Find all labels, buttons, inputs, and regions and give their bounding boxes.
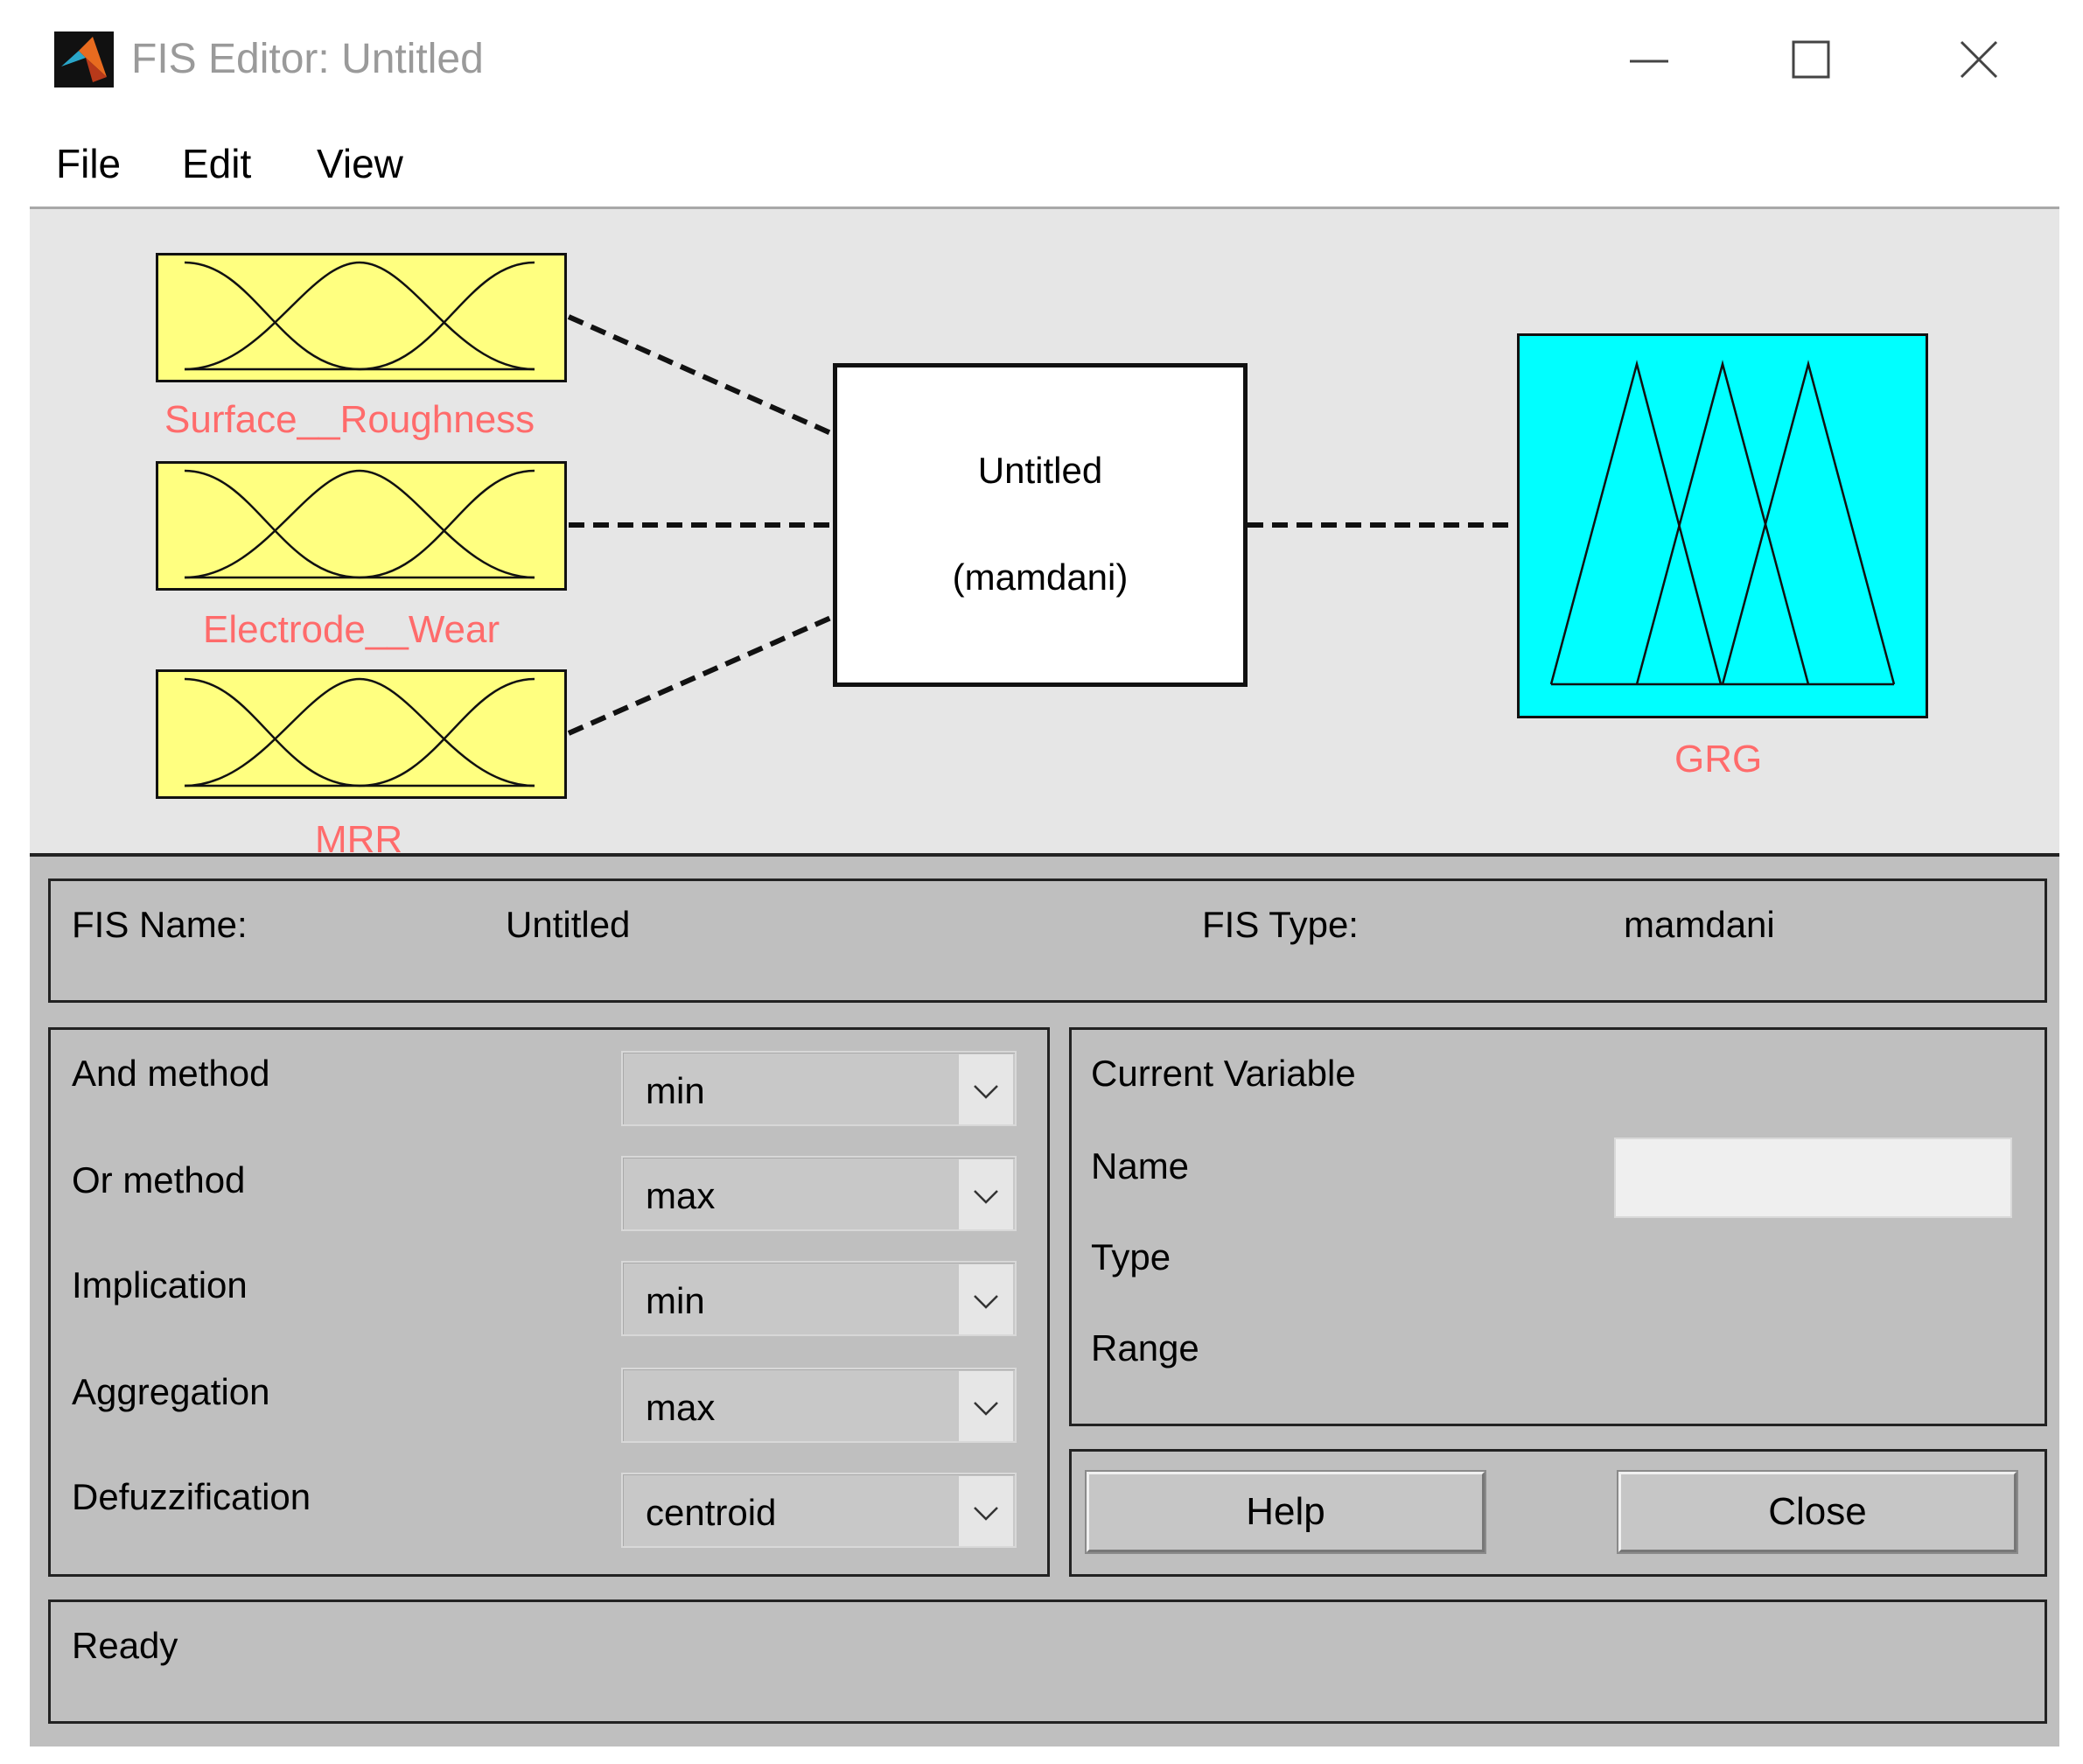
system-type: (mamdani) (952, 556, 1129, 598)
chevron-down-icon[interactable] (959, 1264, 1013, 1334)
fis-name-label: FIS Name: (72, 904, 248, 945)
chevron-down-icon[interactable] (959, 1476, 1013, 1546)
input-label-mrr: MRR (315, 818, 403, 857)
membership-curves-icon (184, 677, 535, 788)
implication-select[interactable]: min (621, 1261, 1017, 1336)
variable-range-label: Range (1091, 1327, 1199, 1368)
fis-name-value: Untitled (506, 904, 631, 945)
fis-info-panel: FIS Name: Untitled FIS Type: mamdani (48, 878, 2047, 1003)
fis-type-label: FIS Type: (1202, 904, 1359, 945)
close-icon[interactable] (1944, 30, 2014, 91)
variable-type-label: Type (1091, 1236, 1171, 1278)
maximize-icon[interactable] (1776, 30, 1846, 91)
system-name: Untitled (977, 450, 1103, 491)
defuzzification-value: centroid (646, 1492, 777, 1533)
minimize-icon[interactable] (1614, 30, 1684, 91)
fis-diagram: Surface__Roughness Electrode__Wear MRR U… (30, 209, 2059, 857)
implication-label: Implication (72, 1264, 248, 1306)
or-method-value: max (646, 1175, 716, 1216)
and-method-select[interactable]: min (621, 1051, 1017, 1126)
defuzzification-label: Defuzzification (72, 1476, 311, 1517)
close-button[interactable]: Close (1617, 1470, 2018, 1554)
current-variable-panel: Current Variable Name Type Range (1069, 1027, 2047, 1426)
title-bar: FIS Editor: Untitled (0, 0, 2083, 122)
fis-system-block[interactable]: Untitled (mamdani) (833, 363, 1248, 687)
aggregation-label: Aggregation (72, 1371, 270, 1412)
chevron-down-icon[interactable] (959, 1371, 1013, 1441)
input-label-electrode-wear: Electrode__Wear (203, 608, 500, 651)
input-variable-mrr[interactable] (156, 669, 567, 799)
fis-type-value: mamdani (1624, 904, 1775, 945)
or-method-label: Or method (72, 1159, 246, 1200)
current-variable-heading: Current Variable (1091, 1053, 1356, 1094)
menu-bar: File Edit View (0, 122, 2083, 206)
input-label-surface-roughness: Surface__Roughness (164, 398, 535, 441)
and-method-value: min (646, 1070, 705, 1111)
or-method-select[interactable]: max (621, 1156, 1017, 1231)
status-panel: Ready (48, 1600, 2047, 1724)
methods-panel: And method Or method Implication Aggrega… (48, 1027, 1050, 1577)
aggregation-value: max (646, 1387, 716, 1428)
defuzzification-select[interactable]: centroid (621, 1473, 1017, 1548)
menu-view[interactable]: View (317, 140, 403, 187)
status-text: Ready (72, 1625, 178, 1666)
chevron-down-icon[interactable] (959, 1159, 1013, 1229)
help-button[interactable]: Help (1085, 1470, 1486, 1554)
output-variable-grg[interactable] (1517, 333, 1928, 718)
variable-name-field[interactable] (1614, 1138, 2012, 1218)
input-variable-surface-roughness[interactable] (156, 253, 567, 382)
menu-file[interactable]: File (56, 140, 121, 187)
menu-edit[interactable]: Edit (182, 140, 251, 187)
aggregation-select[interactable]: max (621, 1368, 1017, 1443)
window-title: FIS Editor: Untitled (131, 36, 484, 82)
implication-value: min (646, 1280, 705, 1321)
matlab-logo-icon (54, 32, 114, 88)
and-method-label: And method (72, 1053, 270, 1094)
output-label-grg: GRG (1674, 738, 1763, 780)
variable-name-label: Name (1091, 1145, 1190, 1186)
membership-curves-icon (184, 469, 535, 579)
chevron-down-icon[interactable] (959, 1054, 1013, 1124)
triangular-membership-icon (1549, 360, 1896, 686)
input-variable-electrode-wear[interactable] (156, 461, 567, 591)
membership-curves-icon (184, 261, 535, 371)
